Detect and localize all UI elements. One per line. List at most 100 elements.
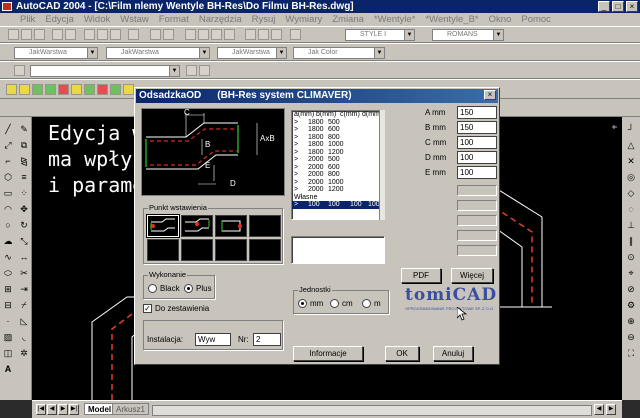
- selected-row[interactable]: > 100 100 100 100: [292, 201, 384, 209]
- fillet-icon[interactable]: ◟: [18, 331, 30, 343]
- menu-rysuj[interactable]: Rysuj: [252, 14, 276, 25]
- menu-zmiana[interactable]: Zmiana: [332, 14, 364, 25]
- trim-icon[interactable]: ✂: [18, 267, 30, 279]
- text-style-combo[interactable]: STYLE I ▼: [345, 29, 415, 41]
- osnap-node-icon[interactable]: ⊙: [625, 251, 637, 263]
- duct-tool-5-icon[interactable]: [58, 84, 69, 95]
- tab-model[interactable]: Model: [84, 403, 116, 415]
- dialog-close-button[interactable]: ×: [484, 90, 496, 100]
- menu-wentyle[interactable]: *Wentyle*: [374, 14, 416, 25]
- break-icon[interactable]: ⌿: [18, 299, 30, 311]
- osnap-center-icon[interactable]: ◎: [625, 171, 637, 183]
- layer-manager-icon[interactable]: [14, 65, 25, 76]
- linetype-combo[interactable]: JakWarstwa ▼: [106, 47, 210, 59]
- osnap-settings-icon[interactable]: ⚙: [625, 299, 637, 311]
- revision-cloud-icon[interactable]: ☁: [2, 235, 14, 247]
- minimize-button[interactable]: _: [598, 1, 610, 12]
- info-button[interactable]: Informacje: [293, 346, 363, 361]
- pdf-button[interactable]: PDF: [401, 268, 441, 283]
- design-center-icon[interactable]: [258, 29, 269, 40]
- print-icon[interactable]: [52, 29, 63, 40]
- insert-option-6-button[interactable]: [181, 239, 213, 261]
- undo-icon[interactable]: [150, 29, 161, 40]
- chamfer-icon[interactable]: ◺: [18, 315, 30, 327]
- paste-icon[interactable]: [110, 29, 121, 40]
- layer-previous-icon[interactable]: [199, 65, 210, 76]
- dim-input[interactable]: 150: [457, 121, 497, 134]
- duct-tool-10-icon[interactable]: [123, 84, 134, 95]
- duct-tool-9-icon[interactable]: [110, 84, 121, 95]
- make-block-icon[interactable]: ⊟: [2, 299, 14, 311]
- menu-plik[interactable]: Plik: [20, 14, 35, 25]
- duct-tool-1-icon[interactable]: [6, 84, 17, 95]
- rotate-icon[interactable]: ↻: [18, 219, 30, 231]
- list-scrollbar[interactable]: [379, 110, 385, 220]
- dimensions-list[interactable]: a(mm) b(mm) c(mm) d(mm) >1800 500 >1800 600…: [291, 110, 385, 220]
- osnap-tangent-icon[interactable]: ◌: [625, 203, 637, 215]
- insert-option-7-button[interactable]: [215, 239, 247, 261]
- erase-icon[interactable]: ✎: [18, 123, 30, 135]
- polyline-icon[interactable]: ⌐: [2, 155, 14, 167]
- scroll-right-icon[interactable]: ▶: [606, 404, 616, 415]
- open-file-icon[interactable]: [21, 29, 32, 40]
- match-properties-icon[interactable]: [128, 29, 139, 40]
- font-combo[interactable]: ROMANS ▼: [432, 29, 504, 41]
- menu-wymiary[interactable]: Wymiary: [285, 14, 322, 25]
- zoom-all-icon[interactable]: ⛶: [625, 347, 637, 359]
- osnap-intersection-icon[interactable]: ✕: [625, 155, 637, 167]
- table-row[interactable]: >1800 1000: [292, 141, 384, 149]
- units-m-radio[interactable]: [362, 299, 371, 308]
- osnap-midpoint-icon[interactable]: △: [625, 139, 637, 151]
- duct-tool-3-icon[interactable]: [32, 84, 43, 95]
- stretch-icon[interactable]: ↔: [18, 251, 30, 263]
- osnap-nearest-icon[interactable]: ⌖: [625, 267, 637, 279]
- nr-input[interactable]: 2: [253, 333, 281, 346]
- table-row[interactable]: >1800 500: [292, 119, 384, 127]
- units-cm-radio[interactable]: [330, 299, 339, 308]
- properties-icon[interactable]: [245, 29, 256, 40]
- explode-icon[interactable]: ✲: [18, 347, 30, 359]
- zoom-previous-icon[interactable]: [224, 29, 235, 40]
- menu-narzedzia[interactable]: Narzędzia: [199, 14, 242, 25]
- line-icon[interactable]: ╱: [2, 123, 14, 135]
- copy-object-icon[interactable]: ⧉: [18, 139, 30, 151]
- insert-block-icon[interactable]: ⊞: [2, 283, 14, 295]
- table-row[interactable]: >1800 800: [292, 134, 384, 142]
- spline-icon[interactable]: ∿: [2, 251, 14, 263]
- tab-arkusz1[interactable]: Arkusz1: [112, 403, 149, 415]
- layer-linetype-combo[interactable]: JakWarstwa ▼: [14, 47, 98, 59]
- table-row[interactable]: >2000 1000: [292, 179, 384, 187]
- execution-plus-radio[interactable]: [184, 284, 193, 293]
- table-row[interactable]: >2000 1200: [292, 186, 384, 194]
- copy-icon[interactable]: [97, 29, 108, 40]
- new-file-icon[interactable]: [8, 29, 19, 40]
- dim-input[interactable]: 100: [457, 151, 497, 164]
- ellipse-icon[interactable]: ⬭: [2, 267, 14, 279]
- menu-pomoc[interactable]: Pomoc: [521, 14, 551, 25]
- region-icon[interactable]: ◫: [2, 347, 14, 359]
- insert-option-4-button[interactable]: [249, 215, 281, 237]
- dim-input[interactable]: 150: [457, 106, 497, 119]
- array-icon[interactable]: ⁘: [18, 187, 30, 199]
- duct-tool-8-icon[interactable]: [97, 84, 108, 95]
- cancel-button[interactable]: Anuluj: [433, 346, 473, 361]
- installation-input[interactable]: Wyw: [195, 333, 231, 346]
- insert-left-button[interactable]: [146, 214, 180, 238]
- mirror-icon[interactable]: ⧎: [18, 155, 30, 167]
- maximize-button[interactable]: □: [612, 1, 624, 12]
- save-icon[interactable]: [34, 29, 45, 40]
- prev-tab-icon[interactable]: ◀: [47, 404, 57, 415]
- osnap-quadrant-icon[interactable]: ◇: [625, 187, 637, 199]
- construction-line-icon[interactable]: ⤢: [2, 139, 14, 151]
- insert-right-button[interactable]: [215, 215, 247, 237]
- menu-wstaw[interactable]: Wstaw: [120, 14, 149, 25]
- text-icon[interactable]: A: [2, 363, 14, 375]
- first-tab-icon[interactable]: |◀: [36, 404, 46, 415]
- point-icon[interactable]: ·: [2, 315, 14, 327]
- help-icon[interactable]: [290, 29, 301, 40]
- arc-icon[interactable]: ◠: [2, 203, 14, 215]
- dim-input[interactable]: 100: [457, 136, 497, 149]
- hatch-icon[interactable]: ▨: [2, 331, 14, 343]
- osnap-none-icon[interactable]: ⊘: [625, 283, 637, 295]
- menu-widok[interactable]: Widok: [84, 14, 110, 25]
